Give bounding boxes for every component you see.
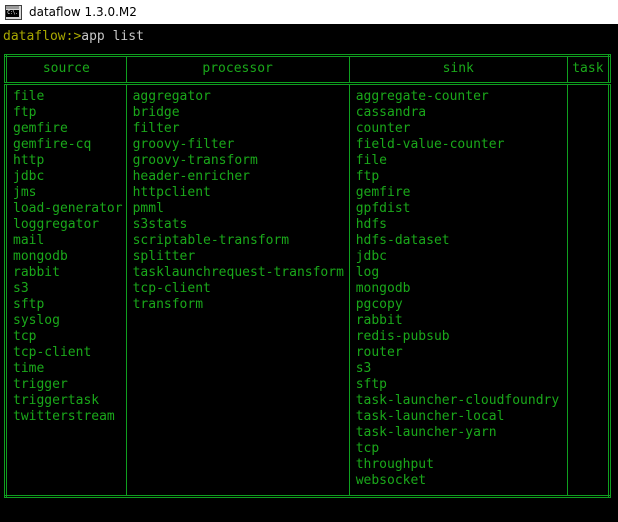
app-name: pmml — [132, 201, 164, 216]
app-name: http — [13, 153, 45, 168]
app-name: task-launcher-cloudfoundry — [355, 393, 560, 408]
app-name: mongodb — [355, 281, 411, 296]
app-name: jms — [13, 185, 37, 200]
console-output-area[interactable]: dataflow:>app list source processor sink… — [0, 24, 618, 522]
app-name: header-enricher — [132, 169, 250, 184]
app-name: tcp-client — [132, 281, 211, 296]
console-icon-titlebar — [6, 5, 19, 9]
app-name: s3 — [13, 281, 29, 296]
app-name: loggregator — [13, 217, 100, 232]
app-name: cassandra — [355, 105, 427, 120]
app-name: syslog — [13, 313, 60, 328]
app-name: hdfs-dataset — [355, 233, 450, 248]
table-row: file ftp gemfire gemfire-cq http jdbc jms load-… — [5, 83, 610, 497]
app-name: splitter — [132, 249, 196, 264]
app-name: mail — [13, 233, 45, 248]
app-name: scriptable-transform — [132, 233, 290, 248]
app-name: log — [355, 265, 380, 280]
app-name: gemfire — [13, 121, 68, 136]
app-list-table: source processor sink task file ftp gemfir… — [4, 54, 611, 498]
cell-source: file ftp gemfire gemfire-cq http jdbc jms load-… — [5, 83, 127, 497]
app-name: transform — [132, 297, 204, 312]
app-name: tcp — [13, 329, 37, 344]
app-name: tcp — [355, 441, 380, 456]
app-name: s3 — [355, 361, 372, 376]
app-name: jdbc — [13, 169, 45, 184]
app-name: groovy-filter — [132, 137, 235, 152]
app-name: file — [355, 153, 387, 168]
app-name: tasklaunchrequest-transform — [132, 265, 344, 280]
column-header-processor: processor — [126, 55, 350, 85]
app-name: field-value-counter — [355, 137, 505, 152]
shell-prompt: dataflow:> — [3, 29, 82, 44]
window-title: dataflow 1.3.0.M2 — [29, 5, 137, 19]
app-name: sftp — [355, 377, 387, 392]
app-name: tcp-client — [13, 345, 92, 360]
window-title-bar: C:\. dataflow 1.3.0.M2 — [0, 0, 618, 24]
table-header-row: source processor sink task — [5, 55, 610, 85]
app-name: router — [355, 345, 403, 360]
app-name: counter — [355, 121, 411, 136]
app-name: time — [13, 361, 45, 376]
app-name: gemfire — [355, 185, 411, 200]
console-icon: C:\. — [5, 4, 22, 20]
app-name: throughput — [355, 457, 434, 472]
app-name: rabbit — [355, 313, 403, 328]
app-name: aggregator — [132, 89, 211, 104]
column-header-sink: sink — [349, 55, 568, 85]
app-name: httpclient — [132, 185, 211, 200]
app-name: task-launcher-local — [355, 409, 505, 424]
app-name: bridge — [132, 105, 180, 120]
column-header-task: task — [567, 55, 610, 85]
app-name: gemfire-cq — [13, 137, 92, 152]
app-name: s3stats — [132, 217, 188, 232]
cell-task — [567, 84, 609, 497]
app-name: ftp — [355, 169, 380, 184]
app-name: mongodb — [13, 249, 68, 264]
app-name: filter — [132, 121, 180, 136]
entered-command: app list — [81, 29, 144, 44]
app-name: load-generator — [13, 201, 123, 216]
cell-sink: aggregate-counter cassandra counter field-v… — [349, 83, 568, 497]
app-name: ftp — [13, 105, 37, 120]
app-name: trigger — [13, 377, 68, 392]
app-name: rabbit — [13, 265, 60, 280]
app-name: websocket — [355, 473, 427, 488]
cell-processor: aggregator bridge filter groovy-filter groov… — [126, 83, 350, 497]
app-name: file — [13, 89, 45, 104]
app-name: jdbc — [355, 249, 387, 264]
app-name: twitterstream — [13, 409, 115, 424]
app-name: redis-pubsub — [355, 329, 450, 344]
app-name: triggertask — [13, 393, 100, 408]
command-prompt-line: dataflow:>app list — [3, 29, 144, 45]
column-header-source: source — [5, 55, 127, 85]
app-name: groovy-transform — [132, 153, 258, 168]
table-body: file ftp gemfire gemfire-cq http jdbc jms load-… — [5, 83, 610, 497]
app-name: sftp — [13, 297, 45, 312]
app-name: hdfs — [355, 217, 387, 232]
app-name: aggregate-counter — [355, 89, 489, 104]
app-name: gpfdist — [355, 201, 411, 216]
app-name: pgcopy — [355, 297, 403, 312]
console-icon-screen: C:\. — [6, 9, 19, 17]
app-name: task-launcher-yarn — [355, 425, 497, 440]
